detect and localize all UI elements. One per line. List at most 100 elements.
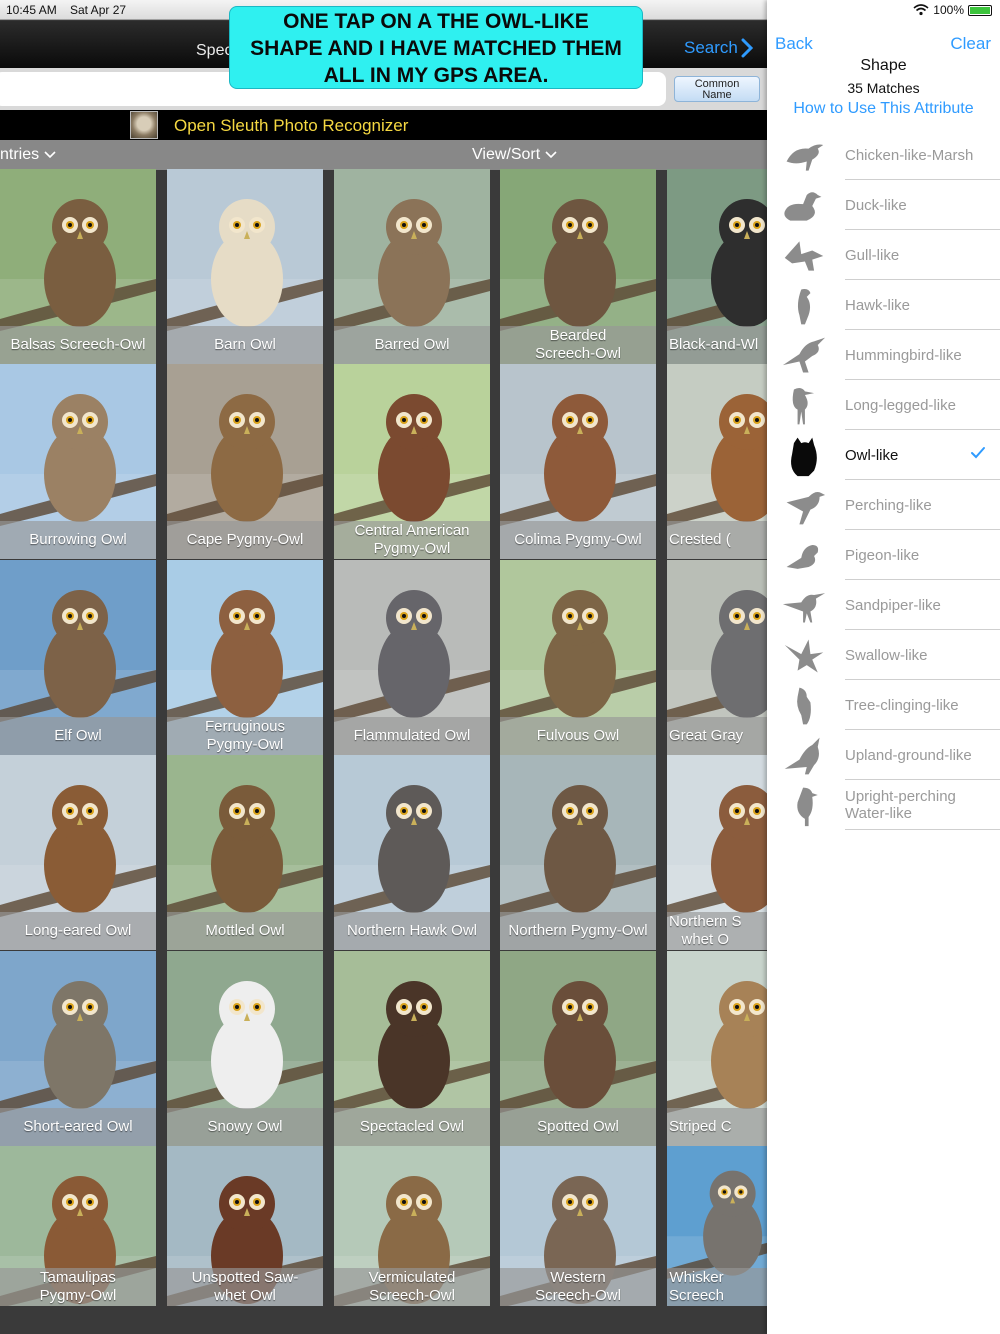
species-tile[interactable]: Short-eared Owl	[0, 951, 156, 1146]
shape-item[interactable]: Swallow-like	[767, 630, 1000, 680]
shape-item[interactable]: Upright-perching Water-like	[767, 780, 1000, 830]
shape-item[interactable]: Hawk-like	[767, 280, 1000, 330]
back-button[interactable]: Back	[775, 34, 813, 54]
species-tile[interactable]: Western Screech-Owl	[500, 1146, 656, 1306]
shape-item[interactable]: Perching-like	[767, 480, 1000, 530]
species-name: Black-and-Wl	[667, 326, 767, 364]
shape-item[interactable]: Owl-like	[767, 430, 1000, 480]
common-name-button[interactable]: Common Name	[674, 76, 760, 102]
shape-label: Sandpiper-like	[845, 597, 941, 614]
species-tile[interactable]: Spotted Owl	[500, 951, 656, 1146]
view-sort-label: View/Sort	[472, 146, 541, 163]
species-tile[interactable]: Unspotted Saw- whet Owl	[167, 1146, 323, 1306]
species-name: Spectacled Owl	[334, 1108, 490, 1146]
species-tile[interactable]: Tamaulipas Pygmy-Owl	[0, 1146, 156, 1306]
species-tile[interactable]: Striped C	[667, 951, 767, 1146]
shape-divider	[845, 829, 1000, 830]
species-tile[interactable]: Colima Pygmy-Owl	[500, 364, 656, 559]
shape-label: Upland-ground-like	[845, 747, 972, 764]
shape-item[interactable]: Long-legged-like	[767, 380, 1000, 430]
species-name: Vermiculated Screech-Owl	[334, 1268, 490, 1306]
duck-silhouette-icon	[784, 192, 822, 221]
species-tile[interactable]: Northern Pygmy-Owl	[500, 755, 656, 950]
species-tile[interactable]: Vermiculated Screech-Owl	[334, 1146, 490, 1306]
species-name: Fulvous Owl	[500, 717, 656, 755]
species-name: Colima Pygmy-Owl	[500, 521, 656, 559]
owl-silhouette-icon	[791, 437, 817, 477]
hawk-silhouette-icon	[797, 289, 811, 325]
shape-label: Pigeon-like	[845, 547, 920, 564]
sleuth-thumbnail-icon[interactable]	[130, 111, 158, 139]
species-name: Snowy Owl	[167, 1108, 323, 1146]
battery-icon	[968, 4, 992, 16]
species-name: Ferruginous Pygmy-Owl	[167, 717, 323, 755]
species-tile[interactable]: Barred Owl	[334, 169, 490, 364]
species-name: Barn Owl	[167, 326, 323, 364]
species-tile[interactable]: Spectacled Owl	[334, 951, 490, 1146]
shape-label: Hummingbird-like	[845, 347, 962, 364]
species-tile[interactable]: Black-and-Wl	[667, 169, 767, 364]
species-name: Spotted Owl	[500, 1108, 656, 1146]
species-browser: 10:45 AM Sat Apr 27 Spec Search ONE TAP …	[0, 0, 767, 1334]
common-name-line-2: Name	[702, 89, 732, 101]
species-name: Burrowing Owl	[0, 521, 156, 559]
entries-label: ntries	[0, 146, 40, 163]
shape-item[interactable]: Chicken-like-Marsh	[767, 130, 1000, 180]
species-name: Northern Hawk Owl	[334, 912, 490, 950]
swallow-silhouette-icon	[784, 639, 824, 673]
species-tile[interactable]: Whisker Screech	[667, 1146, 767, 1306]
shape-label: Perching-like	[845, 497, 932, 514]
checkmark-icon	[971, 447, 985, 459]
view-sort-dropdown[interactable]: View/Sort	[472, 146, 557, 164]
shape-label: Swallow-like	[845, 647, 928, 664]
species-tile[interactable]: Elf Owl	[0, 560, 156, 755]
battery-fill	[970, 6, 990, 14]
species-tile[interactable]: Central American Pygmy-Owl	[334, 364, 490, 559]
battery-percent: 100%	[933, 3, 964, 17]
species-tile[interactable]: Fulvous Owl	[500, 560, 656, 755]
search-button[interactable]: Search	[684, 38, 754, 58]
shape-label: Long-legged-like	[845, 397, 956, 414]
shape-label: Duck-like	[845, 197, 907, 214]
perching-silhouette-icon	[786, 491, 826, 525]
shape-label: Hawk-like	[845, 297, 911, 314]
species-tile[interactable]: Bearded Screech-Owl	[500, 169, 656, 364]
species-tile[interactable]: Northern Hawk Owl	[334, 755, 490, 950]
match-count: 35 Matches	[847, 80, 920, 96]
species-name: Western Screech-Owl	[500, 1268, 656, 1306]
species-name: Northern S whet O	[667, 912, 767, 950]
species-tile[interactable]: Crested (	[667, 364, 767, 559]
shape-item[interactable]: Pigeon-like	[767, 530, 1000, 580]
species-tile[interactable]: Flammulated Owl	[334, 560, 490, 755]
species-name: Elf Owl	[0, 717, 156, 755]
species-tile[interactable]: Burrowing Owl	[0, 364, 156, 559]
callout-line-1: ONE TAP ON A THE OWL-LIKE	[283, 10, 589, 33]
species-tile[interactable]: Northern S whet O	[667, 755, 767, 950]
species-tile[interactable]: Great Gray	[667, 560, 767, 755]
species-tile[interactable]: Mottled Owl	[167, 755, 323, 950]
species-tile[interactable]: Balsas Screech-Owl	[0, 169, 156, 364]
shape-item[interactable]: Sandpiper-like	[767, 580, 1000, 630]
species-name: Striped C	[667, 1108, 767, 1146]
species-tile[interactable]: Ferruginous Pygmy-Owl	[167, 560, 323, 755]
shape-filter-panel: 100% Back Clear Shape 35 Matches How to …	[767, 0, 1000, 1334]
chevron-down-icon	[44, 146, 56, 164]
shape-label: Upright-perching Water-like	[845, 788, 956, 822]
shape-label: Tree-clinging-like	[845, 697, 959, 714]
shape-item[interactable]: Tree-clinging-like	[767, 680, 1000, 730]
species-tile[interactable]: Cape Pygmy-Owl	[167, 364, 323, 559]
species-tile[interactable]: Long-eared Owl	[0, 755, 156, 950]
species-tile[interactable]: Snowy Owl	[167, 951, 323, 1146]
shape-label: Gull-like	[845, 247, 900, 264]
shape-item[interactable]: Gull-like	[767, 230, 1000, 280]
entries-dropdown[interactable]: ntries	[0, 146, 56, 164]
hummingbird-silhouette-icon	[782, 337, 826, 373]
species-tile[interactable]: Barn Owl	[167, 169, 323, 364]
shape-item[interactable]: Hummingbird-like	[767, 330, 1000, 380]
how-to-use-link[interactable]: How to Use This Attribute	[767, 100, 1000, 118]
sleuth-label[interactable]: Open Sleuth Photo Recognizer	[174, 116, 408, 136]
clear-button[interactable]: Clear	[950, 34, 991, 54]
shape-item[interactable]: Upland-ground-like	[767, 730, 1000, 780]
species-name: Unspotted Saw- whet Owl	[167, 1268, 323, 1306]
shape-item[interactable]: Duck-like	[767, 180, 1000, 230]
